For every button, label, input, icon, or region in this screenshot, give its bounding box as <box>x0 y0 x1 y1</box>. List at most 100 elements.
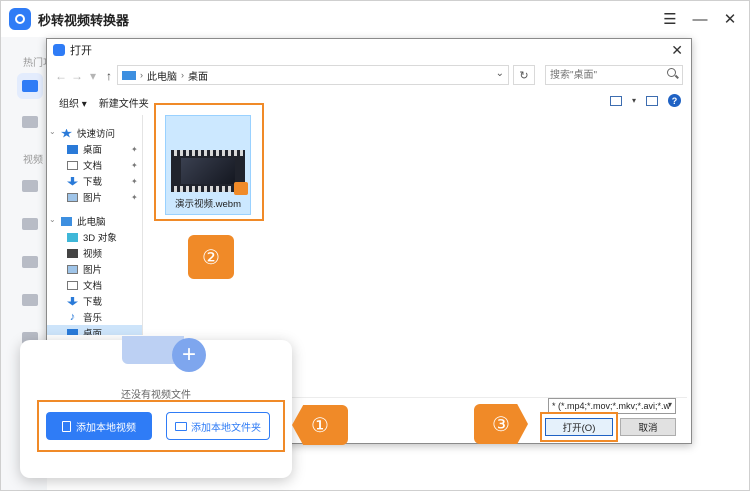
document-icon <box>67 160 78 170</box>
step-3-badge: ③ <box>474 404 528 444</box>
film-icon <box>67 248 78 258</box>
search-icon[interactable] <box>667 68 676 77</box>
step-2-badge: ② <box>188 235 234 279</box>
document-icon <box>67 280 78 290</box>
download-icon <box>67 296 78 306</box>
video-tool-icon <box>22 218 38 230</box>
address-bar[interactable]: › 此电脑 › 桌面 ⌄ <box>117 65 509 85</box>
chevron-down-icon[interactable]: ▾ <box>668 400 672 409</box>
organize-button[interactable]: 组织 ▾ <box>59 95 87 110</box>
highlight-open-button <box>540 412 618 442</box>
breadcrumb-desktop[interactable]: 桌面 <box>188 68 208 83</box>
app-logo-icon <box>9 8 31 30</box>
picture-icon <box>67 192 78 202</box>
breadcrumb-this-pc[interactable]: 此电脑 <box>147 68 177 83</box>
tree-label: 音乐 <box>83 313 103 324</box>
sidebar-item-audio[interactable] <box>17 109 43 135</box>
tree-item-downloads-pc[interactable]: 下载 <box>47 293 142 309</box>
cube-icon <box>67 232 78 242</box>
pin-icon: ✦ <box>131 160 138 170</box>
app-title: 秒转视频转换器 <box>38 12 130 28</box>
sidebar-item-1[interactable] <box>17 173 43 199</box>
music-note-icon: ♪ <box>69 310 76 323</box>
chevron-down-icon[interactable]: ▾ <box>632 96 636 105</box>
app-logo-icon <box>53 44 65 56</box>
computer-icon <box>61 216 72 226</box>
sidebar-item-4[interactable] <box>17 287 43 313</box>
command-bar: 组织 ▾ 新建文件夹 ▾ ? <box>47 91 691 113</box>
pin-icon: ✦ <box>131 144 138 154</box>
app-titlebar: 秒转视频转换器 ☰ — ✕ <box>1 1 749 37</box>
help-icon[interactable]: ? <box>668 94 681 107</box>
cancel-button[interactable]: 取消 <box>620 418 676 436</box>
tree-label: 快速访问 <box>77 129 116 140</box>
sidebar-item-3[interactable] <box>17 249 43 275</box>
pin-icon: ✦ <box>131 176 138 186</box>
video-tool-icon <box>22 294 38 306</box>
star-icon <box>61 128 72 138</box>
view-mode-icon[interactable] <box>609 95 622 106</box>
dialog-titlebar: 打开 <box>47 39 691 61</box>
tree-label: 桌面 <box>83 329 103 335</box>
tree-label: 3D 对象 <box>83 233 117 244</box>
tree-label: 文档 <box>83 161 103 172</box>
dialog-title: 打开 <box>70 45 92 57</box>
tree-item-videos[interactable]: 视频 <box>47 245 142 261</box>
tree-item-pictures-pc[interactable]: 图片 <box>47 261 142 277</box>
navigation-tree: ⌄ 快速访问 桌面 ✦ 文档 ✦ 下载 ✦ 图片 ✦ ⌄ 此电脑 3D 对象 视… <box>47 115 143 335</box>
dialog-close-icon[interactable]: ✕ <box>671 42 683 59</box>
computer-icon <box>122 70 136 80</box>
sidebar-item-2[interactable] <box>17 211 43 237</box>
tree-item-3d-objects[interactable]: 3D 对象 <box>47 229 142 245</box>
music-icon <box>22 116 38 128</box>
up-arrow-icon[interactable]: ↑ <box>101 69 117 83</box>
sidebar-item-convert[interactable] <box>17 73 43 99</box>
sidebar-section-video: 视频 <box>23 155 43 166</box>
back-arrow-icon[interactable]: ← <box>53 69 69 83</box>
chevron-down-icon[interactable]: ⌄ <box>496 68 504 79</box>
tree-item-documents-pc[interactable]: 文档 <box>47 277 142 293</box>
minimize-icon[interactable]: — <box>687 7 713 31</box>
video-icon <box>22 80 38 92</box>
tree-label: 下载 <box>83 177 103 188</box>
tree-this-pc[interactable]: 此电脑 <box>47 213 142 229</box>
pin-icon: ✦ <box>131 192 138 202</box>
step-1-badge: ① <box>292 405 348 445</box>
highlight-file <box>154 103 264 221</box>
new-folder-button[interactable]: 新建文件夹 <box>99 95 149 110</box>
preview-pane-icon[interactable] <box>646 95 658 106</box>
view-options: ▾ ? <box>609 94 681 107</box>
tree-quick-access[interactable]: 快速访问 <box>47 125 142 141</box>
tree-label: 下载 <box>83 297 103 308</box>
forward-arrow-icon[interactable]: → <box>69 69 85 83</box>
video-tool-icon <box>22 180 38 192</box>
video-tool-icon <box>22 256 38 268</box>
empty-state-text: 还没有视频文件 <box>121 390 191 401</box>
refresh-icon[interactable]: ↻ <box>513 65 535 85</box>
close-icon[interactable]: ✕ <box>717 7 743 31</box>
recent-dropdown-icon[interactable]: ▾ <box>85 69 101 83</box>
highlight-add-buttons <box>37 400 285 452</box>
desktop-icon <box>67 144 78 154</box>
tree-item-desktop-pc[interactable]: 桌面 <box>47 325 142 335</box>
tree-item-desktop[interactable]: 桌面 ✦ <box>47 141 142 157</box>
tree-item-pictures[interactable]: 图片 ✦ <box>47 189 142 205</box>
tree-label: 此电脑 <box>77 217 106 228</box>
picture-icon <box>67 264 78 274</box>
tree-label: 图片 <box>83 193 103 204</box>
tree-item-music[interactable]: ♪ 音乐 <box>47 309 142 325</box>
desktop-icon <box>67 328 78 335</box>
tree-item-documents[interactable]: 文档 ✦ <box>47 157 142 173</box>
breadcrumb-separator: › <box>140 70 143 80</box>
window-controls: ☰ — ✕ <box>657 7 743 31</box>
tree-label: 文档 <box>83 281 103 292</box>
menu-icon[interactable]: ☰ <box>657 7 683 31</box>
plus-icon[interactable]: + <box>172 338 206 372</box>
tree-item-downloads[interactable]: 下载 ✦ <box>47 173 142 189</box>
tree-label: 视频 <box>83 249 103 260</box>
search-input[interactable] <box>545 65 683 85</box>
navigation-bar: ← → ▾ ↑ › 此电脑 › 桌面 ⌄ ↻ <box>47 63 691 89</box>
breadcrumb-separator: › <box>181 70 184 80</box>
tree-label: 桌面 <box>83 145 103 156</box>
download-icon <box>67 176 78 186</box>
